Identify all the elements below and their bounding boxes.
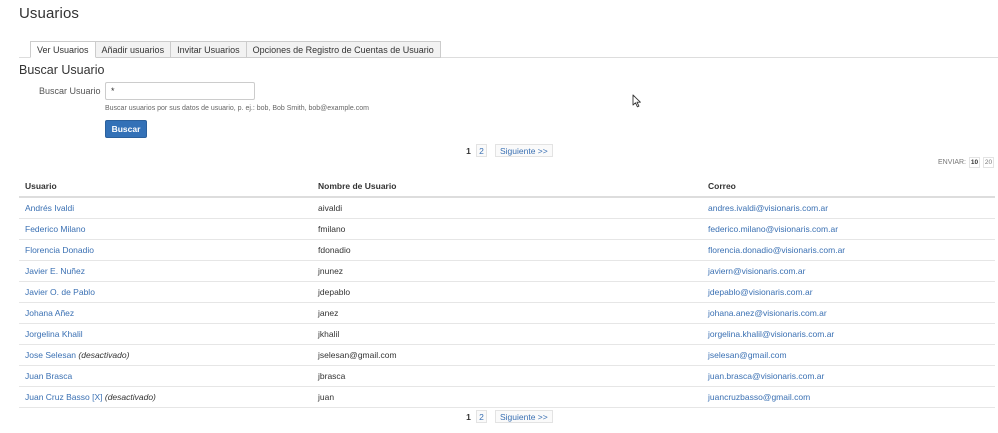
mouse-pointer-icon [632, 94, 641, 108]
cell-usuario: Juan Cruz Basso [X] (desactivado) [19, 386, 312, 408]
user-name-link[interactable]: Javier E. Nuñez [25, 266, 85, 276]
page-title: Usuarios [19, 5, 79, 22]
user-name-link[interactable]: Juan Brasca [25, 371, 72, 381]
search-section-title: Buscar Usuario [19, 63, 105, 77]
page-link-2[interactable]: 2 [476, 409, 487, 423]
pagination-top: 1 2 Siguiente >> [463, 143, 553, 157]
column-header-correo: Correo [702, 176, 995, 198]
tab-bar: Ver Usuarios Añadir usuarios Invitar Usu… [30, 41, 441, 58]
cell-nombre-usuario: jkhalil [312, 323, 702, 345]
search-help-text: Buscar usuarios por sus datos de usuario… [105, 105, 369, 112]
user-name-link[interactable]: Florencia Donadio [25, 245, 94, 255]
user-name-link[interactable]: Jose Selesan [25, 350, 76, 360]
per-page-selector: ENVIAR: 10 20 [938, 157, 994, 168]
per-page-label: ENVIAR: [937, 159, 966, 166]
column-header-nombre-usuario: Nombre de Usuario [312, 176, 702, 198]
page-link-2[interactable]: 2 [476, 143, 487, 157]
page-current: 1 [466, 411, 471, 422]
email-link[interactable]: federico.milano@visionaris.com.ar [708, 224, 838, 234]
user-name-link[interactable]: Javier O. de Pablo [25, 287, 95, 297]
cell-nombre-usuario: jnunez [312, 260, 702, 282]
cell-nombre-usuario: jbrasca [312, 365, 702, 387]
cell-nombre-usuario: fmilano [312, 218, 702, 240]
user-name-link[interactable]: Federico Milano [25, 224, 85, 234]
search-button[interactable]: Buscar [105, 120, 147, 138]
email-link[interactable]: florencia.donadio@visionaris.com.ar [708, 245, 845, 255]
search-input[interactable] [105, 82, 255, 100]
table-row: Javier O. de Pablo jdepablo jdepablo@visio… [19, 281, 995, 303]
cell-correo: jorgelina.khalil@visionaris.com.ar [702, 323, 995, 345]
table-row: Johana Añez janez johana.anez@visionaris.c… [19, 302, 995, 324]
table-header-row: Usuario Nombre de Usuario Correo [19, 176, 995, 198]
cell-nombre-usuario: janez [312, 302, 702, 324]
cell-usuario: Federico Milano [19, 218, 312, 240]
email-link[interactable]: jorgelina.khalil@visionaris.com.ar [708, 329, 834, 339]
email-link[interactable]: javiern@visionaris.com.ar [708, 266, 805, 276]
user-name-link[interactable]: Johana Añez [25, 308, 74, 318]
user-name-link[interactable]: Jorgelina Khalil [25, 329, 83, 339]
table-row: Federico Milano fmilano federico.milano@vi… [19, 218, 995, 240]
cell-usuario: Juan Brasca [19, 365, 312, 387]
email-link[interactable]: johana.anez@visionaris.com.ar [708, 308, 827, 318]
email-link[interactable]: juancruzbasso@gmail.com [708, 392, 810, 402]
email-link[interactable]: jdepablo@visionaris.com.ar [708, 287, 813, 297]
pagination-bottom: 1 2 Siguiente >> [463, 409, 553, 423]
cell-nombre-usuario: fdonadio [312, 239, 702, 261]
cell-correo: johana.anez@visionaris.com.ar [702, 302, 995, 324]
user-status: (desactivado) [104, 391, 156, 402]
search-label: Buscar Usuario [39, 86, 101, 96]
table-row: Jose Selesan (desactivado) jselesan@gmail… [19, 344, 995, 366]
table-row: Juan Brasca jbrasca juan.brasca@visionaris… [19, 365, 995, 387]
tab-ver-usuarios[interactable]: Ver Usuarios [30, 41, 96, 58]
email-link[interactable]: juan.brasca@visionaris.com.ar [708, 371, 824, 381]
tab-anadir-usuarios[interactable]: Añadir usuarios [95, 41, 172, 58]
cell-correo: federico.milano@visionaris.com.ar [702, 218, 995, 240]
tab-opciones-registro[interactable]: Opciones de Registro de Cuentas de Usuar… [246, 41, 441, 58]
cell-usuario: Jose Selesan (desactivado) [19, 344, 312, 366]
cell-correo: jselesan@gmail.com [702, 344, 995, 366]
cell-usuario: Javier O. de Pablo [19, 281, 312, 303]
page-current: 1 [466, 145, 471, 156]
cell-usuario: Jorgelina Khalil [19, 323, 312, 345]
user-name-link[interactable]: Juan Cruz Basso [X] [25, 392, 102, 402]
table-row: Jorgelina Khalil jkhalil jorgelina.khalil@… [19, 323, 995, 345]
user-status: (desactivado) [78, 349, 130, 360]
cell-usuario: Javier E. Nuñez [19, 260, 312, 282]
cell-correo: juancruzbasso@gmail.com [702, 386, 995, 408]
cell-nombre-usuario: aivaldi [312, 197, 702, 219]
cell-nombre-usuario: jselesan@gmail.com [312, 344, 702, 366]
cell-correo: jdepablo@visionaris.com.ar [702, 281, 995, 303]
table-row: Juan Cruz Basso [X] (desactivado) juan jua… [19, 386, 995, 408]
cell-nombre-usuario: jdepablo [312, 281, 702, 303]
cell-correo: juan.brasca@visionaris.com.ar [702, 365, 995, 387]
table-row: Andrés Ivaldi aivaldi andres.ivaldi@vision… [19, 197, 995, 219]
users-table: Usuario Nombre de Usuario Correo Andrés … [19, 176, 995, 408]
per-page-option-10[interactable]: 10 [969, 157, 980, 168]
email-link[interactable]: jselesan@gmail.com [708, 350, 787, 360]
tab-invitar-usuarios[interactable]: Invitar Usuarios [171, 41, 247, 58]
user-name-link[interactable]: Andrés Ivaldi [25, 203, 74, 213]
table-row: Florencia Donadio fdonadio florencia.donad… [19, 239, 995, 261]
cell-correo: florencia.donadio@visionaris.com.ar [702, 239, 995, 261]
cell-nombre-usuario: juan [312, 386, 702, 408]
column-header-usuario: Usuario [19, 176, 312, 198]
cell-correo: javiern@visionaris.com.ar [702, 260, 995, 282]
cell-usuario: Andrés Ivaldi [19, 197, 312, 219]
per-page-option-20[interactable]: 20 [983, 157, 994, 168]
cell-usuario: Johana Añez [19, 302, 312, 324]
email-link[interactable]: andres.ivaldi@visionaris.com.ar [708, 203, 828, 213]
table-row: Javier E. Nuñez jnunez javiern@visionaris.… [19, 260, 995, 282]
cell-usuario: Florencia Donadio [19, 239, 312, 261]
next-page-link[interactable]: Siguiente >> [495, 143, 553, 157]
next-page-link[interactable]: Siguiente >> [495, 409, 553, 423]
cell-correo: andres.ivaldi@visionaris.com.ar [702, 197, 995, 219]
